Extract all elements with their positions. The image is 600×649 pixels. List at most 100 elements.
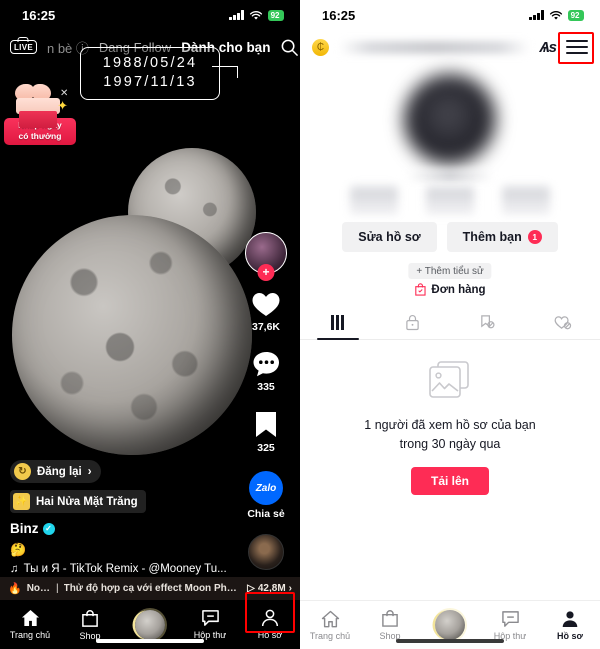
lock-private-icon <box>406 315 419 331</box>
battery-level: 92 <box>570 10 580 20</box>
bookmark-hidden-icon <box>481 315 495 329</box>
tab-private[interactable] <box>375 306 450 339</box>
nav-item-home[interactable]: Trang chủ <box>300 601 360 649</box>
add-bio-button[interactable]: + Thêm tiểu sử <box>408 263 492 279</box>
stat-following[interactable] <box>350 186 398 214</box>
empty-state: 1 người đã xem hồ sơ của bạn trong 30 ng… <box>300 360 600 495</box>
flame-icon: 🔥 <box>8 583 22 595</box>
wifi-icon <box>549 10 562 20</box>
like-action[interactable]: 37,6K <box>251 291 281 333</box>
gift-reward-widget[interactable]: ✕ ✦ Nhấp ngay có thưởng <box>4 82 76 145</box>
caption-emoji: 🤔 <box>10 542 27 557</box>
create-moon-icon <box>135 609 165 640</box>
like-count: 37,6K <box>251 321 281 333</box>
status-bar: 16:25 92 <box>300 0 600 30</box>
tab-posts[interactable] <box>300 306 375 340</box>
home-icon <box>321 610 339 627</box>
profile-content-tabs <box>300 306 600 340</box>
trending-rank-bar[interactable]: 🔥 No. 1 | Thử độ hợp cạ với effect Moon … <box>0 577 300 600</box>
live-button[interactable]: LIVE <box>10 40 37 54</box>
date-overlay-bracket <box>212 66 238 78</box>
stat-followers[interactable] <box>426 186 474 214</box>
profile-handle-blurred <box>407 170 493 181</box>
effects-88-icon[interactable]: Ѧѕ <box>540 39 557 56</box>
creator-avatar[interactable]: + <box>245 232 287 281</box>
nav-item-profile[interactable]: Hồ sơ <box>540 601 600 649</box>
nav-label-profile: Hồ sơ <box>557 630 583 641</box>
save-action[interactable]: 325 <box>254 410 278 454</box>
empty-state-line1: 1 người đã xem hồ sơ của bạn <box>364 418 536 432</box>
chevron-right-icon: › <box>288 583 292 594</box>
share-action[interactable]: Zalo Chia sẻ <box>247 471 285 520</box>
wifi-icon <box>249 10 262 20</box>
tiktok-feed-panel: 16:25 92 LIVE n bè ⓘ Đang Follow Dành ch… <box>0 0 300 649</box>
bottom-navigation: Trang chủ Shop Hộp thư Hồ sơ <box>300 600 600 649</box>
video-action-rail: + 37,6K 335 325 Zalo Chia sẻ <box>238 232 294 570</box>
date-overlay-box: 1988/05/24 1997/11/13 <box>80 47 220 100</box>
stat-likes[interactable] <box>502 186 550 214</box>
edit-profile-button[interactable]: Sửa hồ sơ <box>342 222 437 252</box>
inbox-icon <box>501 610 519 627</box>
signal-bars-icon <box>529 10 544 20</box>
creator-username[interactable]: Binz ✓ <box>10 521 235 536</box>
nav-label-home: Trang chủ <box>309 630 351 641</box>
date-line-1: 1988/05/24 <box>102 55 198 71</box>
video-caption-block: ↻ Đăng lại › ✨ Hai Nửa Mặt Trăng Binz ✓ … <box>10 460 235 575</box>
search-icon[interactable] <box>280 38 299 57</box>
repost-icon: ↻ <box>14 463 31 480</box>
music-disc[interactable] <box>248 534 284 570</box>
upload-button[interactable]: Tải lên <box>410 467 489 495</box>
empty-state-line2: trong 30 ngày qua <box>399 437 501 451</box>
shopping-bag-icon <box>415 283 426 296</box>
profile-stats-blurred <box>350 186 550 214</box>
gift-box-icon: ✦ <box>10 82 68 128</box>
add-friend-label: Thêm bạn <box>462 230 522 244</box>
comment-action[interactable]: 335 <box>252 350 281 393</box>
repost-label: Đăng lại <box>37 465 82 478</box>
moon-large-graphic <box>12 215 252 455</box>
nav-item-profile[interactable]: Hồ sơ <box>240 600 300 649</box>
heart-icon[interactable] <box>251 291 281 318</box>
effect-label: Hai Nửa Mặt Trăng <box>36 495 138 508</box>
heart-hidden-icon <box>554 315 571 329</box>
music-note-icon: ♫ <box>10 563 19 575</box>
profile-person-icon <box>562 610 578 627</box>
trending-views-count: 42,8M <box>257 583 286 594</box>
profile-header: ₵ Ѧѕ <box>300 30 600 64</box>
tab-active-underline <box>316 338 359 340</box>
zalo-icon[interactable]: Zalo <box>248 471 283 505</box>
music-row[interactable]: ♫ Ты и Я - TikTok Remix - @Mooney Tu... <box>10 563 235 575</box>
status-time: 16:25 <box>322 7 356 23</box>
repost-chip[interactable]: ↻ Đăng lại › <box>10 460 101 483</box>
home-indicator <box>396 639 504 643</box>
orders-link[interactable]: Đơn hàng <box>414 283 486 296</box>
effect-icon: ✨ <box>13 493 30 510</box>
trending-views: ▷ 42,8M › <box>247 583 292 594</box>
comment-count: 335 <box>257 381 275 393</box>
avatar[interactable] <box>404 74 496 166</box>
trending-rank: No. 1 <box>26 583 51 594</box>
effect-chip[interactable]: ✨ Hai Nửa Mặt Trăng <box>10 490 146 513</box>
tab-liked[interactable] <box>525 306 600 339</box>
home-indicator <box>96 639 204 643</box>
bookmark-icon[interactable] <box>254 410 278 439</box>
profile-username-blurred <box>339 40 530 54</box>
hamburger-menu-icon[interactable] <box>566 40 588 54</box>
photo-stack-icon <box>424 360 476 402</box>
trending-title: Thử độ hợp cạ với effect Moon Phase <box>63 583 243 594</box>
chevron-right-icon: › <box>87 465 92 478</box>
follow-button[interactable]: + <box>257 264 275 281</box>
tab-saved[interactable] <box>450 306 525 339</box>
date-line-2: 1997/11/13 <box>103 74 197 90</box>
tiktok-profile-panel: 16:25 92 ₵ Ѧѕ Sửa hồ sơ Thêm bạn 1 + Thê… <box>300 0 600 649</box>
nav-item-home[interactable]: Trang chủ <box>0 600 60 649</box>
add-friend-button[interactable]: Thêm bạn 1 <box>446 222 558 252</box>
edit-profile-label: Sửa hồ sơ <box>358 230 421 244</box>
profile-person-icon <box>261 609 279 627</box>
grid-posts-icon <box>331 315 344 330</box>
profile-action-buttons: Sửa hồ sơ Thêm bạn 1 <box>300 222 600 252</box>
battery-indicator: 92 <box>567 9 584 21</box>
comment-icon[interactable] <box>252 350 281 378</box>
nav-label-profile: Hồ sơ <box>257 630 283 640</box>
coin-icon[interactable]: ₵ <box>312 38 329 56</box>
